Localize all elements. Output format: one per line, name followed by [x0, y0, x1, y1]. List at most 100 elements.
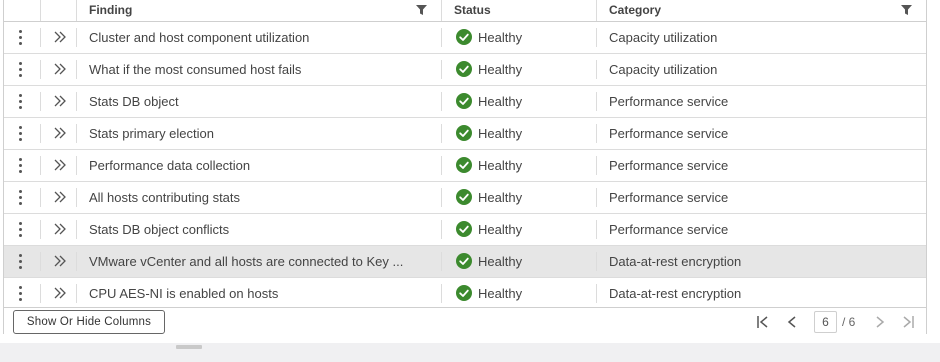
category-cell: Performance service [609, 94, 729, 109]
category-cell: Data-at-rest encryption [609, 286, 742, 301]
kebab-icon[interactable] [19, 222, 23, 238]
column-separator [441, 92, 442, 111]
check-circle-icon [456, 221, 472, 237]
double-chevron-right-icon[interactable] [53, 255, 67, 267]
column-resize-handle[interactable] [441, 0, 442, 21]
double-chevron-right-icon[interactable] [53, 63, 67, 75]
column-separator [441, 284, 442, 303]
column-separator [76, 156, 77, 175]
kebab-icon[interactable] [19, 158, 23, 174]
column-separator [441, 220, 442, 239]
table-row[interactable]: CPU AES-NI is enabled on hosts Healthy D… [4, 278, 926, 310]
datagrid-footer: Show Or Hide Columns 6 / 6 [4, 307, 926, 334]
datagrid-body: Cluster and host component utilization H… [4, 22, 926, 310]
column-separator [76, 28, 77, 47]
column-separator [596, 252, 597, 271]
filter-icon[interactable] [901, 5, 912, 15]
column-separator [40, 284, 41, 303]
column-separator [596, 60, 597, 79]
column-separator [40, 60, 41, 79]
table-row[interactable]: Performance data collection Healthy Perf… [4, 150, 926, 182]
table-row[interactable]: Stats DB object conflicts Healthy Perfor… [4, 214, 926, 246]
table-row[interactable]: All hosts contributing stats Healthy Per… [4, 182, 926, 214]
kebab-icon[interactable] [19, 94, 23, 110]
column-separator [40, 0, 41, 21]
finding-cell: VMware vCenter and all hosts are connect… [89, 254, 404, 269]
column-header-finding[interactable]: Finding [79, 0, 439, 21]
check-circle-icon [456, 93, 472, 109]
check-circle-icon [456, 189, 472, 205]
column-separator [441, 28, 442, 47]
column-separator [441, 124, 442, 143]
double-chevron-right-icon[interactable] [53, 223, 67, 235]
column-separator [76, 284, 77, 303]
kebab-icon[interactable] [19, 30, 23, 46]
column-separator [596, 188, 597, 207]
category-cell: Performance service [609, 190, 729, 205]
column-separator [40, 220, 41, 239]
check-circle-icon [456, 29, 472, 45]
finding-cell: Stats DB object [89, 94, 179, 109]
finding-cell: Performance data collection [89, 158, 251, 173]
column-separator [76, 0, 77, 21]
column-separator [76, 220, 77, 239]
column-header-category[interactable]: Category [599, 0, 899, 21]
table-row[interactable]: VMware vCenter and all hosts are connect… [4, 246, 926, 278]
page-number-input[interactable]: 6 [814, 311, 837, 333]
column-separator [76, 252, 77, 271]
table-row[interactable]: Cluster and host component utilization H… [4, 22, 926, 54]
column-separator [441, 188, 442, 207]
column-separator [40, 28, 41, 47]
last-page-icon[interactable] [901, 315, 915, 329]
column-header-status[interactable]: Status [444, 0, 594, 21]
panel-bottom-strip [0, 343, 940, 362]
kebab-icon[interactable] [19, 190, 23, 206]
double-chevron-right-icon[interactable] [53, 159, 67, 171]
status-cell: Healthy [478, 126, 523, 141]
finding-cell: CPU AES-NI is enabled on hosts [89, 286, 279, 301]
column-separator [441, 156, 442, 175]
status-cell: Healthy [478, 190, 523, 205]
status-cell: Healthy [478, 254, 523, 269]
table-row[interactable]: Stats DB object Healthy Performance serv… [4, 86, 926, 118]
finding-cell: Cluster and host component utilization [89, 30, 310, 45]
filter-icon[interactable] [416, 5, 427, 15]
column-separator [76, 60, 77, 79]
category-cell: Performance service [609, 158, 729, 173]
category-cell: Capacity utilization [609, 62, 718, 77]
double-chevron-right-icon[interactable] [53, 287, 67, 299]
column-separator [596, 124, 597, 143]
kebab-icon[interactable] [19, 126, 23, 142]
column-separator [40, 188, 41, 207]
column-separator [441, 252, 442, 271]
kebab-icon[interactable] [19, 254, 23, 270]
status-cell: Healthy [478, 158, 523, 173]
kebab-icon[interactable] [19, 62, 23, 78]
column-separator [76, 124, 77, 143]
column-resize-handle[interactable] [596, 0, 597, 21]
show-hide-columns-button[interactable]: Show Or Hide Columns [13, 310, 165, 334]
panel-resize-handle[interactable] [176, 345, 202, 349]
double-chevron-right-icon[interactable] [53, 127, 67, 139]
status-cell: Healthy [478, 62, 523, 77]
finding-cell: Stats primary election [89, 126, 214, 141]
column-separator [596, 92, 597, 111]
kebab-icon[interactable] [19, 286, 23, 302]
first-page-icon[interactable] [756, 315, 770, 329]
category-cell: Performance service [609, 126, 729, 141]
column-separator [40, 92, 41, 111]
datagrid-header: Finding Status Category [4, 0, 926, 22]
column-separator [596, 220, 597, 239]
prev-page-icon[interactable] [785, 315, 799, 329]
table-row[interactable]: What if the most consumed host fails Hea… [4, 54, 926, 86]
double-chevron-right-icon[interactable] [53, 95, 67, 107]
double-chevron-right-icon[interactable] [53, 31, 67, 43]
double-chevron-right-icon[interactable] [53, 191, 67, 203]
column-separator [40, 124, 41, 143]
finding-cell: What if the most consumed host fails [89, 62, 302, 77]
category-cell: Data-at-rest encryption [609, 254, 742, 269]
next-page-icon[interactable] [873, 315, 887, 329]
table-row[interactable]: Stats primary election Healthy Performan… [4, 118, 926, 150]
column-header-label: Finding [89, 3, 133, 17]
column-header-label: Category [609, 3, 662, 17]
